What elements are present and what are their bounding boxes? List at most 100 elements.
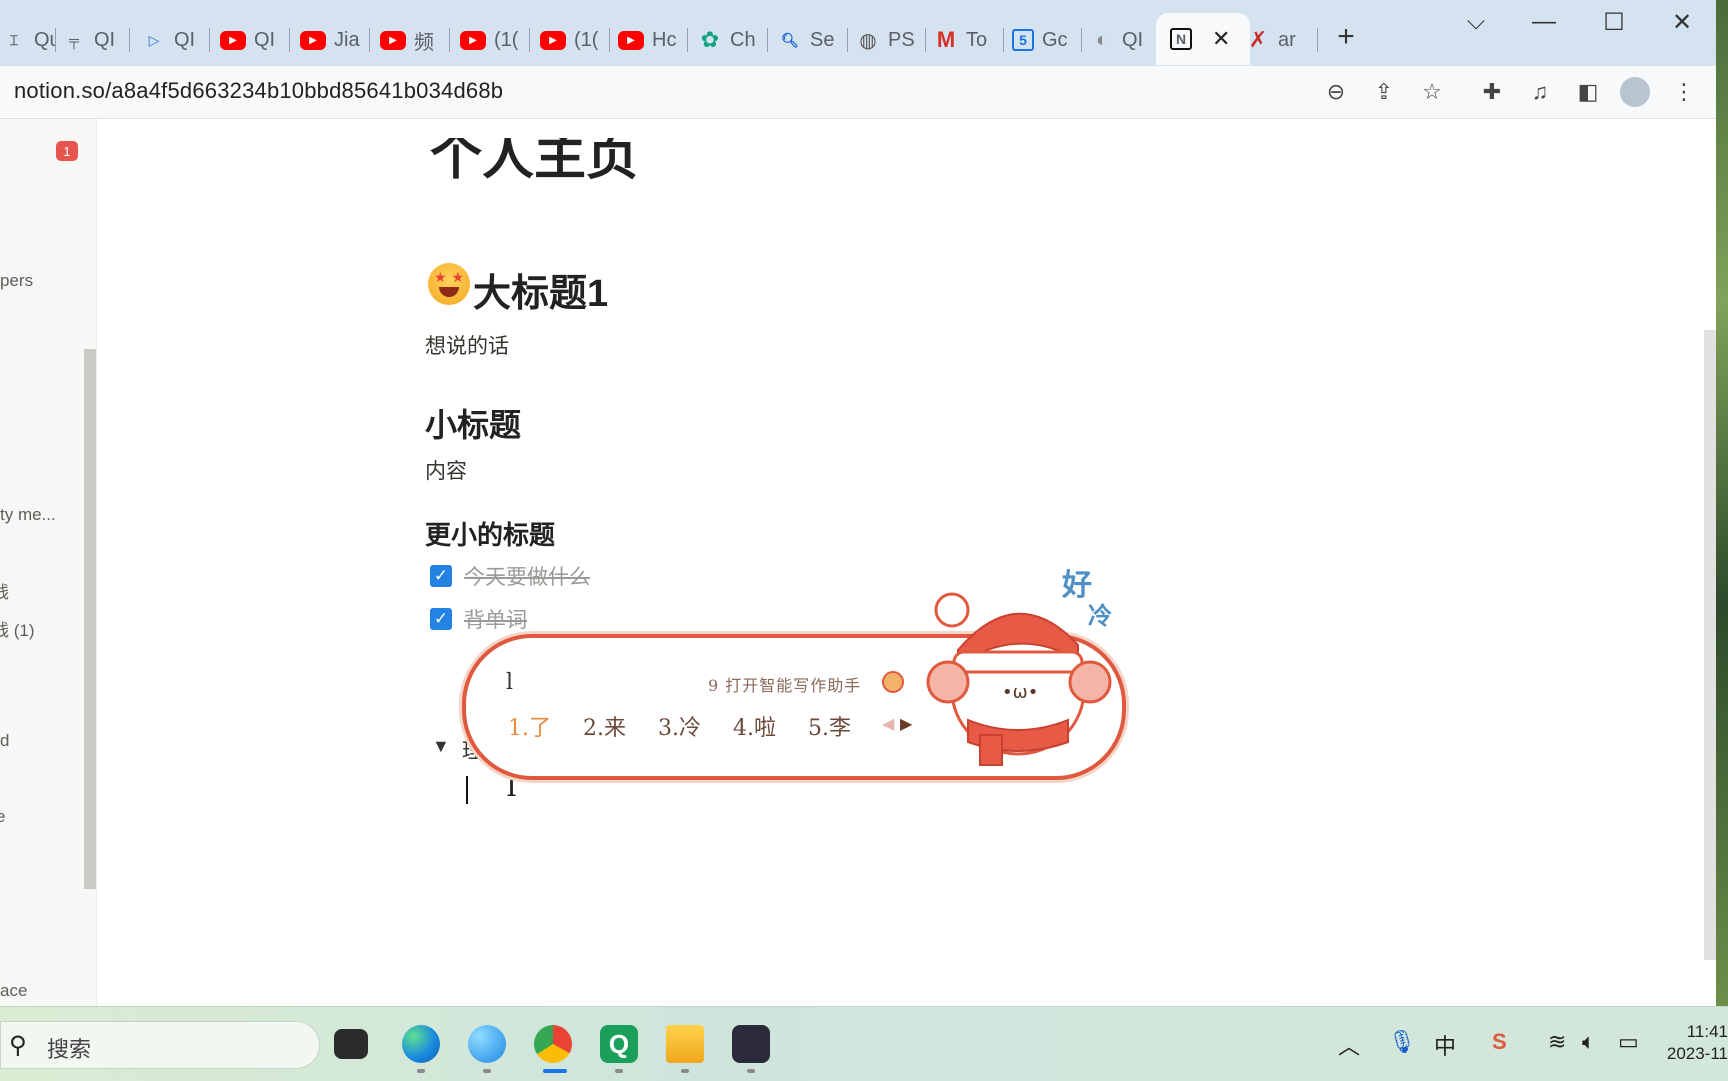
checkbox-checked-icon[interactable]: ✓ bbox=[430, 608, 452, 630]
tray-overflow-chevron-icon[interactable]: ︿ bbox=[1338, 1029, 1360, 1061]
extensions-puzzle-icon[interactable]: ✚ bbox=[1478, 78, 1506, 106]
zoom-icon[interactable]: ⊖ bbox=[1322, 78, 1350, 106]
clock-date: 2023-11 bbox=[1666, 1044, 1728, 1063]
paragraph[interactable]: 想说的话 bbox=[425, 330, 509, 360]
game-app-icon[interactable] bbox=[732, 1025, 770, 1063]
dash-icon: ╤ bbox=[69, 32, 79, 48]
background-window-edge bbox=[1716, 0, 1728, 1006]
browser-tab[interactable]: ▶ Hc bbox=[618, 22, 688, 58]
task-view-icon[interactable] bbox=[334, 1029, 368, 1059]
youtube-icon: ▶ bbox=[460, 30, 486, 50]
tab-label: ar bbox=[1278, 28, 1296, 51]
browser-tab[interactable]: ╤ QI bbox=[62, 22, 130, 58]
browser-tab[interactable]: ✿ Ch bbox=[698, 22, 768, 58]
edge-beta-icon[interactable] bbox=[468, 1025, 506, 1063]
todo-text[interactable]: 背单词 bbox=[464, 604, 527, 634]
sidebar-item[interactable]: ty me... bbox=[0, 505, 56, 525]
battery-icon[interactable]: ▭ bbox=[1618, 1029, 1639, 1055]
ime-candidate[interactable]: 3.冷 bbox=[658, 710, 701, 742]
ime-hint-text: 打开智能写作助手 bbox=[725, 676, 862, 695]
taskbar-search[interactable]: ⚲ 搜索 bbox=[0, 1021, 320, 1069]
ime-candidate[interactable]: 2.来 bbox=[583, 710, 626, 742]
page-title[interactable]: 个人主页 bbox=[430, 138, 638, 198]
browser-tab[interactable]: ▶ QI bbox=[220, 22, 290, 58]
sidebar-scrollbar[interactable] bbox=[84, 349, 96, 889]
sidebar-item[interactable]: 钱 bbox=[0, 578, 9, 603]
edge-icon[interactable] bbox=[402, 1025, 440, 1063]
sidebar-item[interactable]: e bbox=[0, 807, 5, 827]
heading-2[interactable]: 小标题 bbox=[425, 400, 521, 446]
browser-tab[interactable]: ▶ 频 bbox=[380, 22, 450, 58]
sidebar-item[interactable]: ace bbox=[0, 981, 27, 1001]
heading-3[interactable]: 更小的标题 bbox=[425, 515, 555, 552]
microphone-icon[interactable]: 🎙︎ bbox=[1388, 1029, 1416, 1055]
volume-icon[interactable]: 🔈︎ bbox=[1582, 1029, 1595, 1055]
todo-text[interactable]: 今天要做什么 bbox=[464, 561, 590, 591]
browser-tab[interactable]: ◍ PS bbox=[856, 22, 926, 58]
ime-mode-indicator[interactable]: 中 bbox=[1434, 1029, 1456, 1061]
menu-kebab-icon[interactable]: ⋮ bbox=[1670, 78, 1698, 106]
x-logo-icon: ✗ bbox=[1248, 27, 1268, 52]
todo-item: ✓ 今天要做什么 bbox=[430, 563, 590, 589]
browser-tab[interactable]: ▶ (1( bbox=[540, 22, 610, 58]
windows-taskbar: ⚲ 搜索 Q ︿ 🎙︎ 中 S ≋ 🔈︎ ▭ 11:41 2023-11 bbox=[0, 1006, 1728, 1081]
page-scrollbar[interactable] bbox=[1704, 330, 1716, 960]
q-app-icon[interactable]: Q bbox=[600, 1025, 638, 1063]
ime-assistant-hint[interactable]: 9 打开智能写作助手 bbox=[708, 672, 861, 696]
bracket-icon: ⌶ bbox=[9, 31, 19, 48]
sidebar-item[interactable]: pers bbox=[0, 271, 33, 291]
tab-search-chevron-icon[interactable]: ⌵ bbox=[1456, 8, 1496, 36]
browser-tab[interactable]: ▶ (1( bbox=[460, 22, 530, 58]
notification-badge[interactable]: 1 bbox=[56, 141, 78, 161]
text-caret bbox=[466, 776, 468, 804]
new-tab-button[interactable]: + bbox=[1326, 20, 1366, 54]
prev-page-arrow-icon[interactable]: ◀ bbox=[882, 714, 894, 734]
side-panel-icon[interactable]: ◧ bbox=[1574, 78, 1602, 106]
tab-label: QI bbox=[94, 28, 116, 51]
sidebar-item[interactable]: 钱 (1) bbox=[0, 616, 35, 641]
browser-tab[interactable]: ◐ QI bbox=[1090, 22, 1150, 58]
browser-tab[interactable]: ✗ ar bbox=[1246, 22, 1318, 58]
notion-icon: N bbox=[1170, 28, 1192, 50]
star-struck-emoji-icon[interactable] bbox=[428, 263, 470, 305]
profile-avatar[interactable] bbox=[1620, 77, 1650, 107]
share-icon[interactable]: ⇪ bbox=[1370, 78, 1398, 106]
chrome-icon[interactable] bbox=[534, 1025, 572, 1063]
minimize-button[interactable]: — bbox=[1524, 8, 1564, 36]
tab-label: Ch bbox=[730, 28, 756, 51]
browser-tab-active[interactable]: N ✕ bbox=[1156, 13, 1250, 65]
ime-candidate[interactable]: 4.啦 bbox=[733, 710, 776, 742]
url-text[interactable]: notion.so/a8a4f5d663234b10bbd85641b034d6… bbox=[14, 78, 503, 104]
sogou-ime-icon[interactable]: S bbox=[1492, 1029, 1507, 1055]
tab-label: QI bbox=[174, 28, 196, 51]
tab-label: Hc bbox=[652, 28, 677, 51]
browser-tab[interactable]: 5 Gc bbox=[1012, 22, 1082, 58]
tab-label: Jia bbox=[334, 28, 360, 51]
heading-1[interactable]: 大标题1 bbox=[473, 262, 608, 317]
browser-tab[interactable]: ⌶ Qu bbox=[0, 22, 56, 58]
close-tab-icon[interactable]: ✕ bbox=[1212, 26, 1230, 52]
checkbox-checked-icon[interactable]: ✓ bbox=[430, 565, 452, 587]
bookmark-star-icon[interactable]: ☆ bbox=[1418, 78, 1446, 106]
assistant-icon[interactable] bbox=[882, 671, 904, 693]
browser-tab[interactable]: ▷ QI bbox=[142, 22, 210, 58]
browser-tab[interactable]: ▶ Jia bbox=[300, 22, 370, 58]
sidebar-item[interactable]: d bbox=[0, 731, 9, 751]
close-window-button[interactable]: ✕ bbox=[1662, 8, 1702, 37]
browser-tab[interactable]: M To bbox=[934, 22, 1004, 58]
taskbar-clock[interactable]: 11:41 2023-11 bbox=[1660, 1021, 1728, 1065]
next-page-arrow-icon[interactable]: ▶ bbox=[900, 714, 912, 734]
browser-tab[interactable]: 🔍︎ Se bbox=[778, 22, 848, 58]
paragraph[interactable]: 内容 bbox=[425, 455, 467, 485]
ime-candidate[interactable]: 1.了 bbox=[508, 710, 551, 742]
youtube-icon: ▶ bbox=[380, 30, 406, 50]
wifi-icon[interactable]: ≋ bbox=[1548, 1029, 1566, 1055]
notion-sidebar: 1 pers ty me... 钱 钱 (1) d e ace bbox=[0, 119, 97, 1006]
media-queue-icon[interactable]: ♫ bbox=[1526, 78, 1554, 106]
ime-hint-number: 9 bbox=[708, 676, 720, 695]
file-explorer-icon[interactable] bbox=[666, 1025, 704, 1063]
maximize-button[interactable]: ☐ bbox=[1594, 8, 1634, 37]
toggle-triangle-icon[interactable]: ▼ bbox=[432, 736, 450, 757]
calendar-icon: 5 bbox=[1012, 29, 1034, 51]
ime-candidate[interactable]: 5.李 bbox=[808, 710, 851, 742]
